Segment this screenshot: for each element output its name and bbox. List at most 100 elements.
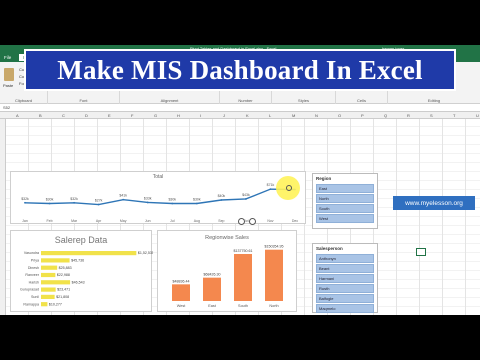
tab-file[interactable]: File <box>4 55 11 60</box>
video-banner: Make MIS Dashboard In Excel <box>24 49 456 91</box>
website-label: www.myelesson.org <box>393 196 475 210</box>
region-category-label: West <box>177 304 187 308</box>
total-month-label: Dec <box>292 219 298 223</box>
total-point <box>171 202 174 205</box>
alignment-label: Alignment <box>160 98 179 103</box>
total-point <box>73 201 75 204</box>
region-bar <box>203 277 221 301</box>
total-data-label: $40k <box>218 194 226 198</box>
region-chart[interactable]: Regionwise Sales $48836.44 West $68426.30 E… <box>157 230 297 312</box>
region-bar <box>234 254 252 301</box>
column-header[interactable]: Q <box>384 112 387 119</box>
total-point <box>195 202 198 205</box>
column-header[interactable]: K <box>246 112 249 119</box>
salesperson-slicer-item[interactable]: Beant <box>316 264 374 273</box>
formula-bar[interactable]: S52 <box>0 104 480 112</box>
region-slicer-item[interactable]: West <box>316 214 374 223</box>
selected-cell[interactable] <box>416 248 426 256</box>
salesperson-slicer[interactable]: Salesperson Anthonyn Beant Harmani Rusth Bal… <box>312 243 378 313</box>
total-month-label: Mar <box>71 219 78 223</box>
region-slicer-item[interactable]: North <box>316 194 374 203</box>
total-line-plot: $32k Jan $30k Feb $32k Mar $27k Apr $41k May $33k J… <box>21 183 298 223</box>
total-point <box>48 202 51 205</box>
total-data-label: $30k <box>46 198 54 202</box>
column-header[interactable]: N <box>315 112 318 119</box>
salerep-value-label: $25,883 <box>59 266 72 270</box>
salerep-value-label: $45,736 <box>71 259 84 263</box>
region-value-label: $150354.95 <box>265 245 284 249</box>
column-header[interactable]: M <box>292 112 295 119</box>
salerep-bar <box>41 280 71 285</box>
banner-title: Make MIS Dashboard In Excel <box>57 54 423 85</box>
total-point <box>245 198 247 200</box>
total-month-label: Apr <box>96 219 102 223</box>
column-header[interactable]: H <box>177 112 180 119</box>
column-header[interactable]: U <box>476 112 479 119</box>
salerep-value-label: $23,471 <box>57 288 70 292</box>
salerep-bar <box>41 294 55 299</box>
salerep-bar <box>41 265 58 270</box>
salerep-value-label: $21,808 <box>56 295 69 299</box>
total-chart[interactable]: Total $32k Jan $30k Feb $32k Mar $27k Apr $41k Ma… <box>10 171 306 224</box>
column-header[interactable]: T <box>453 112 455 119</box>
total-data-label: $71k <box>267 183 275 187</box>
resize-handle[interactable] <box>249 218 256 225</box>
total-data-label: $33k <box>144 196 152 200</box>
column-header[interactable]: C <box>62 112 65 119</box>
clipboard-label: Clipboard <box>14 98 33 103</box>
total-month-label: Feb <box>47 219 53 223</box>
column-header[interactable]: F <box>131 112 133 119</box>
column-header[interactable]: A <box>16 112 19 119</box>
column-header[interactable]: L <box>269 112 271 119</box>
total-point <box>24 201 26 204</box>
paste-button[interactable]: Paste <box>3 83 13 88</box>
column-headers: A B C D E F G H I J K L M N O P Q R S T U <box>0 112 480 119</box>
salerep-bar-plot: Vasundra $1,52,535 Priya $45,736 Dinesh $25,8… <box>20 251 153 307</box>
column-header[interactable]: P <box>361 112 364 119</box>
column-header[interactable]: B <box>39 112 42 119</box>
salesperson-slicer-item[interactable]: Anthonyn <box>316 254 374 263</box>
column-header[interactable]: D <box>85 112 88 119</box>
total-month-label: Jul <box>170 219 175 223</box>
salerep-bar <box>41 251 137 256</box>
column-header[interactable]: O <box>338 112 341 119</box>
column-header[interactable]: S <box>430 112 433 119</box>
total-point <box>146 201 149 204</box>
total-point <box>97 203 100 206</box>
column-header[interactable]: I <box>200 112 201 119</box>
region-slicer-item[interactable]: East <box>316 184 374 193</box>
salesperson-slicer-item[interactable]: Harmani <box>316 274 374 283</box>
font-label: Font <box>79 98 88 103</box>
total-data-label: $30k <box>193 198 201 202</box>
region-category-label: North <box>269 304 278 308</box>
resize-handle[interactable] <box>238 218 245 225</box>
total-month-label: Jun <box>145 219 151 223</box>
salesperson-slicer-item[interactable]: Rusth <box>316 284 374 293</box>
salerep-category-label: Ramappa <box>23 302 39 306</box>
total-month-label: Jan <box>22 219 28 223</box>
total-data-label: $30k <box>168 198 176 202</box>
region-slicer-item[interactable]: South <box>316 204 374 213</box>
editing-label: Editing <box>427 98 441 103</box>
total-point <box>269 188 272 191</box>
salesperson-slicer-item[interactable]: Maqmelo <box>316 304 374 313</box>
salesperson-slicer-item[interactable]: Balfogle <box>316 294 374 303</box>
region-value-label: $137750.61 <box>234 249 253 253</box>
region-category-label: East <box>208 304 217 308</box>
column-header[interactable]: G <box>154 112 157 119</box>
paste-icon[interactable] <box>4 68 14 81</box>
region-bar <box>265 249 283 301</box>
region-value-label: $48836.44 <box>173 279 190 283</box>
salerep-category-label: Harish <box>29 280 39 284</box>
column-header[interactable]: J <box>223 112 225 119</box>
column-header[interactable]: R <box>407 112 410 119</box>
salerep-chart[interactable]: Salerep Data Vasundra $1,52,535 Priya $45,7… <box>10 230 153 312</box>
total-data-label: $32k <box>70 197 78 201</box>
region-bar <box>172 284 190 301</box>
name-box[interactable]: S52 <box>3 105 10 110</box>
total-month-label: Sep <box>218 219 224 223</box>
region-slicer[interactable]: Region East North South West <box>312 173 378 229</box>
column-header[interactable]: E <box>108 112 111 119</box>
region-value-label: $68426.30 <box>204 273 221 277</box>
total-data-label: $27k <box>95 199 103 203</box>
